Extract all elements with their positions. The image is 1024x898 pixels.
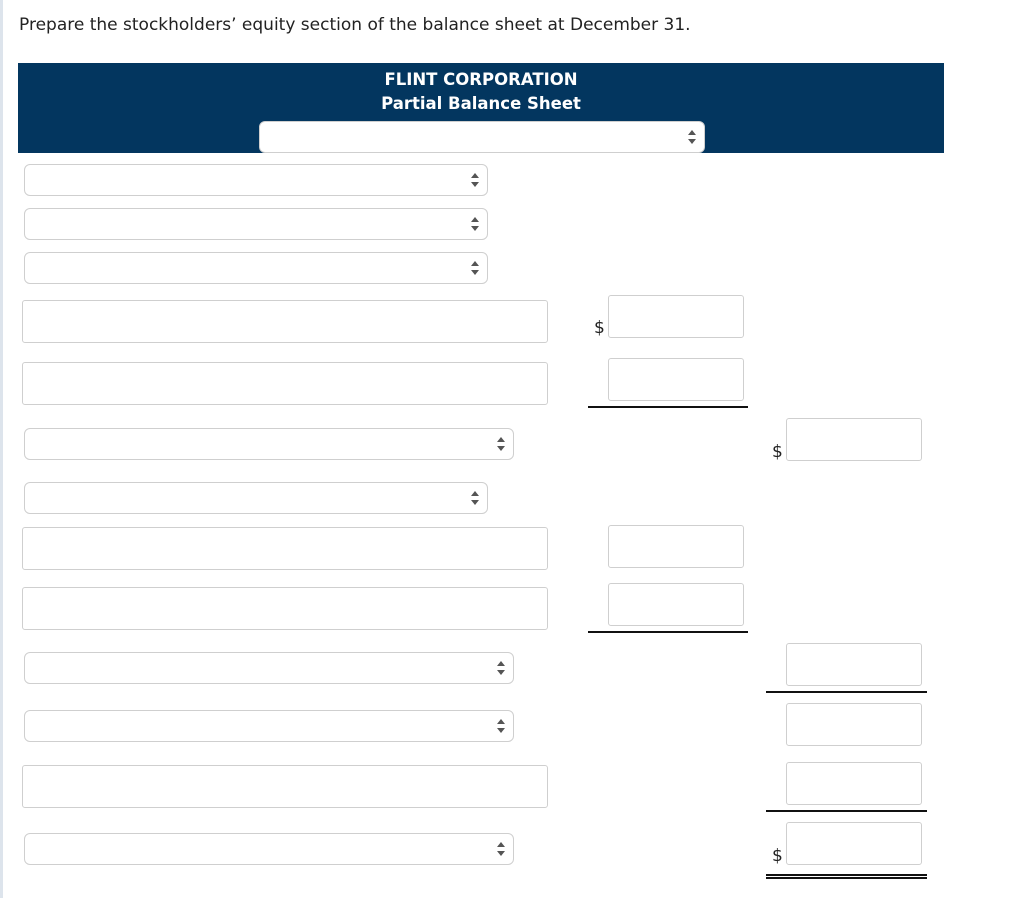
row-8-amount-input[interactable]	[608, 525, 744, 568]
row-12-account-input[interactable]	[22, 765, 548, 808]
row-8-account-input[interactable]	[22, 527, 548, 570]
row-11-total-input[interactable]	[786, 703, 922, 746]
double-total-rule	[766, 874, 927, 879]
select-arrows-icon	[497, 437, 505, 451]
question-prompt: Prepare the stockholders’ equity section…	[19, 15, 691, 35]
select-arrows-icon	[471, 491, 479, 505]
total-equity-input[interactable]	[786, 822, 922, 865]
company-name: FLINT CORPORATION	[384, 70, 578, 89]
row-9-account-input[interactable]	[22, 587, 548, 630]
subtotal-rule	[588, 406, 748, 408]
select-arrows-icon	[471, 173, 479, 187]
select-arrows-icon	[497, 661, 505, 675]
row-5-account-input[interactable]	[22, 362, 548, 405]
row-12-total-input[interactable]	[786, 762, 922, 805]
date-select[interactable]	[259, 121, 705, 153]
total-rule	[766, 810, 927, 812]
row-6-account-select[interactable]	[24, 428, 514, 460]
row-3-account-select[interactable]	[24, 252, 488, 284]
row-11-account-select[interactable]	[24, 710, 514, 742]
select-arrows-icon	[471, 261, 479, 275]
total-rule	[766, 691, 927, 693]
select-arrows-icon	[688, 130, 696, 144]
left-border	[0, 0, 3, 898]
row-4-account-input[interactable]	[22, 300, 548, 343]
select-arrows-icon	[497, 719, 505, 733]
row-4-amount-input[interactable]	[608, 295, 744, 338]
select-arrows-icon	[497, 842, 505, 856]
row-6-total-input[interactable]	[786, 418, 922, 461]
row-4-dollar-sign: $	[594, 318, 605, 338]
row-9-amount-input[interactable]	[608, 583, 744, 626]
select-arrows-icon	[471, 217, 479, 231]
row-7-account-select[interactable]	[24, 482, 488, 514]
row-6-dollar-sign: $	[772, 442, 783, 462]
row-1-account-select[interactable]	[24, 164, 488, 196]
statement-title: Partial Balance Sheet	[381, 94, 581, 113]
row-5-amount-input[interactable]	[608, 358, 744, 401]
row-13-account-select[interactable]	[24, 833, 514, 865]
row-10-account-select[interactable]	[24, 652, 514, 684]
subtotal-rule	[588, 631, 748, 633]
row-13-dollar-sign: $	[772, 846, 783, 866]
row-2-account-select[interactable]	[24, 208, 488, 240]
row-10-total-input[interactable]	[786, 643, 922, 686]
